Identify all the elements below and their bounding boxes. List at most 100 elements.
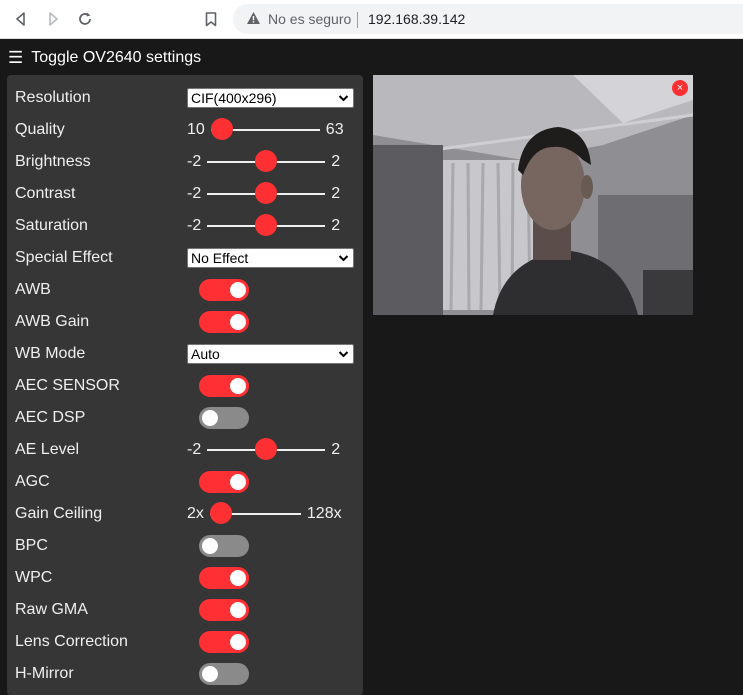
agc-toggle[interactable] bbox=[199, 471, 249, 493]
brightness-slider[interactable] bbox=[207, 150, 326, 172]
setting-row-wb-mode: WB Mode Auto bbox=[15, 338, 355, 370]
range-min-label: 2x bbox=[187, 505, 204, 522]
gain-ceiling-slider[interactable] bbox=[209, 502, 301, 524]
bookmark-icon[interactable] bbox=[200, 8, 222, 30]
reload-icon[interactable] bbox=[74, 8, 96, 30]
setting-row-resolution: Resolution CIF(400x296) bbox=[15, 82, 355, 114]
slider-thumb[interactable] bbox=[255, 214, 278, 236]
setting-row-raw-gma: Raw GMA bbox=[15, 594, 355, 626]
toggle-knob bbox=[230, 602, 246, 618]
hamburger-menu-icon: ☰ bbox=[8, 48, 24, 67]
setting-label: H-Mirror bbox=[15, 665, 74, 682]
ae-level-slider[interactable] bbox=[207, 438, 326, 460]
settings-panel: Resolution CIF(400x296) Quality 10 63 Brightn… bbox=[7, 75, 363, 695]
toggle-knob bbox=[230, 474, 246, 490]
toggle-knob bbox=[230, 314, 246, 330]
toggle-knob bbox=[230, 378, 246, 394]
saturation-slider[interactable] bbox=[207, 214, 326, 236]
setting-label: Contrast bbox=[15, 185, 76, 202]
setting-label: Resolution bbox=[15, 89, 91, 106]
setting-label: Special Effect bbox=[15, 249, 113, 266]
bpc-toggle[interactable] bbox=[199, 535, 249, 557]
setting-label: AWB bbox=[15, 281, 51, 298]
special-effect-select[interactable]: No Effect bbox=[187, 248, 354, 268]
chevron-down-icon bbox=[338, 345, 349, 369]
stream-image bbox=[373, 75, 693, 315]
slider-thumb[interactable] bbox=[255, 150, 278, 172]
chevron-down-icon bbox=[338, 249, 349, 273]
toggle-knob bbox=[202, 538, 218, 554]
setting-label: AEC DSP bbox=[15, 409, 86, 426]
awb-toggle[interactable] bbox=[199, 279, 249, 301]
range-min-label: -2 bbox=[187, 217, 202, 234]
slider-thumb[interactable] bbox=[255, 182, 278, 204]
setting-label: Quality bbox=[15, 121, 65, 138]
setting-label: AWB Gain bbox=[15, 313, 90, 330]
raw-gma-toggle[interactable] bbox=[199, 599, 249, 621]
awb-gain-toggle[interactable] bbox=[199, 311, 249, 333]
h-mirror-toggle[interactable] bbox=[199, 663, 249, 685]
setting-label: Brightness bbox=[15, 153, 91, 170]
warning-icon bbox=[246, 11, 261, 28]
range-max-label: 128x bbox=[306, 505, 342, 522]
wb-mode-select-value: Auto bbox=[191, 346, 220, 362]
contrast-slider[interactable] bbox=[207, 182, 326, 204]
setting-row-h-mirror: H-Mirror bbox=[15, 658, 355, 690]
range-max-label: 2 bbox=[331, 217, 341, 234]
back-icon[interactable] bbox=[10, 8, 32, 30]
setting-label: Lens Correction bbox=[15, 633, 128, 650]
aec-sensor-toggle[interactable] bbox=[199, 375, 249, 397]
setting-label: AE Level bbox=[15, 441, 80, 458]
wb-mode-select[interactable]: Auto bbox=[187, 344, 354, 364]
setting-row-aec-sensor: AEC SENSOR bbox=[15, 370, 355, 402]
setting-label: BPC bbox=[15, 537, 48, 554]
range-max-label: 63 bbox=[325, 121, 344, 138]
toggle-knob bbox=[230, 282, 246, 298]
address-bar[interactable]: No es seguro 192.168.39.142 bbox=[233, 4, 743, 34]
setting-row-awb: AWB bbox=[15, 274, 355, 306]
lens-correction-toggle[interactable] bbox=[199, 631, 249, 653]
security-label[interactable]: No es seguro bbox=[268, 11, 351, 27]
setting-row-saturation: Saturation -2 2 bbox=[15, 210, 355, 242]
slider-thumb[interactable] bbox=[255, 438, 278, 460]
setting-row-bpc: BPC bbox=[15, 530, 355, 562]
url-text[interactable]: 192.168.39.142 bbox=[368, 11, 465, 27]
forward-icon[interactable] bbox=[42, 8, 64, 30]
setting-row-wpc: WPC bbox=[15, 562, 355, 594]
settings-toggle-label: Toggle OV2640 settings bbox=[31, 49, 202, 66]
setting-row-contrast: Contrast -2 2 bbox=[15, 178, 355, 210]
range-min-label: -2 bbox=[187, 441, 202, 458]
range-min-label: 10 bbox=[187, 121, 205, 138]
slider-thumb[interactable] bbox=[209, 502, 232, 524]
range-max-label: 2 bbox=[331, 153, 341, 170]
aec-dsp-toggle[interactable] bbox=[199, 407, 249, 429]
toggle-knob bbox=[230, 634, 246, 650]
range-max-label: 2 bbox=[331, 185, 341, 202]
settings-toggle[interactable]: ☰ Toggle OV2640 settings bbox=[8, 47, 201, 69]
setting-row-lens-correction: Lens Correction bbox=[15, 626, 355, 658]
quality-slider[interactable] bbox=[210, 118, 320, 140]
toggle-knob bbox=[202, 410, 218, 426]
setting-row-brightness: Brightness -2 2 bbox=[15, 146, 355, 178]
setting-label: WB Mode bbox=[15, 345, 86, 362]
ae-level-slider-group: -2 2 bbox=[187, 438, 341, 460]
gain-ceiling-slider-group: 2x 128x bbox=[187, 502, 342, 524]
toggle-knob bbox=[230, 570, 246, 586]
wpc-toggle[interactable] bbox=[199, 567, 249, 589]
quality-slider-group: 10 63 bbox=[187, 118, 344, 140]
resolution-select[interactable]: CIF(400x296) bbox=[187, 88, 354, 108]
range-max-label: 2 bbox=[331, 441, 341, 458]
camera-stream bbox=[373, 75, 693, 315]
browser-toolbar: No es seguro 192.168.39.142 bbox=[0, 0, 743, 39]
setting-label: Raw GMA bbox=[15, 601, 88, 618]
setting-row-agc: AGC bbox=[15, 466, 355, 498]
setting-row-ae-level: AE Level -2 2 bbox=[15, 434, 355, 466]
close-stream-button[interactable]: × bbox=[672, 80, 688, 96]
setting-row-aec-dsp: AEC DSP bbox=[15, 402, 355, 434]
setting-row-quality: Quality 10 63 bbox=[15, 114, 355, 146]
setting-label: AEC SENSOR bbox=[15, 377, 120, 394]
resolution-select-value: CIF(400x296) bbox=[191, 90, 277, 106]
range-min-label: -2 bbox=[187, 185, 202, 202]
special-effect-select-value: No Effect bbox=[191, 250, 249, 266]
slider-thumb[interactable] bbox=[210, 118, 233, 140]
